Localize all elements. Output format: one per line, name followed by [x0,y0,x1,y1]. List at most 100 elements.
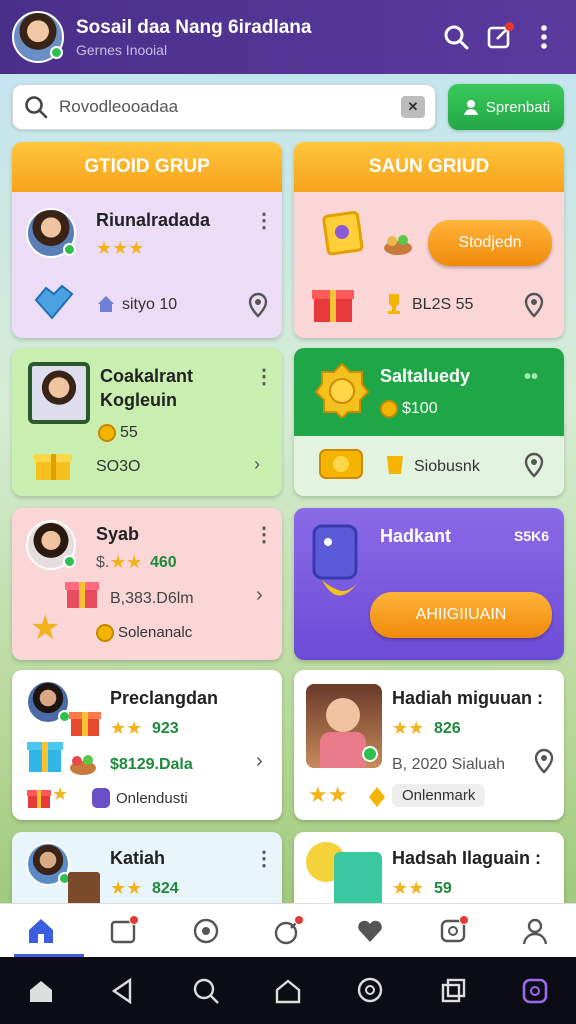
system-search-icon[interactable] [186,971,226,1011]
search-box[interactable]: ✕ [12,84,436,130]
gift-icon [65,582,99,608]
coin-icon [380,400,398,418]
price: B,383.D6lm [110,590,194,607]
search-button[interactable]: Sprenbati [448,84,564,130]
avatar[interactable] [26,208,76,258]
group-card-left-4[interactable]: Preclangdan ★★ 923 $8129.Dala › ★ Onlend… [12,670,282,820]
member-name: Syab [96,524,140,544]
nav-profile-icon[interactable] [515,911,555,951]
launcher-icon[interactable] [268,971,308,1011]
nav-chat-icon[interactable] [433,911,473,951]
chevron-right-icon[interactable]: › [256,750,263,773]
tag-chip[interactable]: Onlenmark [392,784,486,807]
framed-avatar[interactable] [28,362,90,424]
fruit-basket-icon [70,755,96,775]
clear-icon[interactable]: ✕ [401,96,425,118]
nav-location-icon[interactable] [186,911,226,951]
score: 923 [152,720,179,737]
rating-stars: ★★ [392,718,425,738]
stars-prefix: $. [96,554,110,571]
group-header-right: SAUN GRIUD [294,142,564,192]
shop-button[interactable]: Stodjedn [428,220,552,266]
member-name-second: Kogleuin [100,390,177,410]
present-box-icon [27,742,63,772]
join-button[interactable]: AHIIGIIUAIN [370,592,552,638]
member-name: Preclangdan [110,688,219,708]
nav-activity-icon[interactable] [268,911,308,951]
location-pin-icon[interactable] [524,452,544,478]
group-card-right-4[interactable]: Hadiah miguuan : ★★ 826 B, 2020 Sialuah … [294,670,564,820]
nav-favorites-icon[interactable] [350,911,390,951]
avatar[interactable] [26,520,76,570]
assistant-icon[interactable] [350,971,390,1011]
gold-ticket-icon [319,449,363,479]
more-icon[interactable]: ⋮ [254,522,274,547]
search-row: ✕ Sprenbati [12,84,564,130]
coin-badge-icon [314,362,370,418]
group-name: Hadiah miguuan : [392,688,544,708]
trophy-icon [388,294,400,314]
location-pin-icon[interactable] [248,292,268,318]
more-icon[interactable]: ⋮ [254,846,274,871]
group-header-left: GTIOID GRUP [12,142,282,192]
more-icon[interactable]: ⋮ [254,208,274,233]
chevron-right-icon[interactable]: › [254,454,260,475]
group-card-right-2[interactable]: Saltaluedy •• $100 Siobusnk [294,348,564,496]
gift-icon [69,712,101,736]
recents-icon[interactable] [433,971,473,1011]
score: 59 [434,880,452,897]
notification-dot [505,22,514,31]
rating-stars: ★★ [392,878,425,898]
coin-count: 55 [120,424,138,441]
search-icon[interactable] [436,17,476,57]
top-bar: Sosail daa Nang 6iradlana Gernes Inooial [0,0,576,74]
group-name: Hadkant [380,526,452,546]
chat-bubble-icon[interactable] [515,971,555,1011]
coin-icon [98,424,116,442]
avatar[interactable] [26,842,71,886]
search-button-label: Sprenbati [485,98,551,116]
coin-icon [96,624,114,642]
more-menu-icon[interactable] [524,17,564,57]
badge-icon [34,284,74,320]
group-card-right-3[interactable]: Hadkant S5K6 AHIIGIIUAIN [294,508,564,660]
more-icon[interactable]: ⋮ [254,364,274,389]
bottom-nav [0,903,576,957]
system-home-icon[interactable] [21,971,61,1011]
group-card-left-2[interactable]: Coakalrant Kogleuin ⋮ 55 SO3O › [12,348,282,496]
gift-icon [34,454,72,480]
nav-home-icon[interactable] [21,911,61,951]
member-name: Riunalradada [96,210,211,230]
profile-avatar[interactable] [12,11,64,63]
search-input[interactable] [59,97,401,117]
app-title: Sosail daa Nang 6iradlana [76,16,312,38]
diamond-icon [369,787,385,807]
coin-amount: $100 [402,400,438,417]
nav-messages-icon[interactable] [103,911,143,951]
group-card-left-3[interactable]: Syab ⋮ $. ★★ 460 B,383.D6lm › ★ Solenana… [12,508,282,660]
app-subtitle: Gernes Inooial [76,41,168,58]
group-meta: BL2S 55 [412,296,474,313]
group-name: Saltaluedy [380,366,471,386]
button-label: Stodjedn [458,234,522,251]
location-pin-icon[interactable] [524,292,544,318]
member-name: Coakalrant [100,366,194,386]
tag-label: Solenanalc [118,624,193,641]
user-icon [463,100,478,115]
tag-icon [92,788,110,808]
back-icon[interactable] [103,971,143,1011]
system-nav-bar [0,957,576,1024]
group-card-left-1[interactable]: GTIOID GRUP Riunalradada ★★★ ⋮ sityo 10 [12,142,282,338]
score: 824 [152,880,179,897]
more-icon[interactable]: •• [524,366,538,389]
avatar[interactable] [26,680,71,724]
group-card-right-1[interactable]: SAUN GRIUD Stodjedn BL2S 55 [294,142,564,338]
chevron-right-icon[interactable]: › [256,584,263,607]
purse-icon [312,524,358,596]
thumbnail-image[interactable] [306,684,382,768]
gift-small-icon [27,790,51,808]
location-pin-icon[interactable] [534,748,554,774]
home-small-icon [98,296,114,312]
member-name: Katiah [110,848,166,868]
compose-icon[interactable] [480,17,520,57]
